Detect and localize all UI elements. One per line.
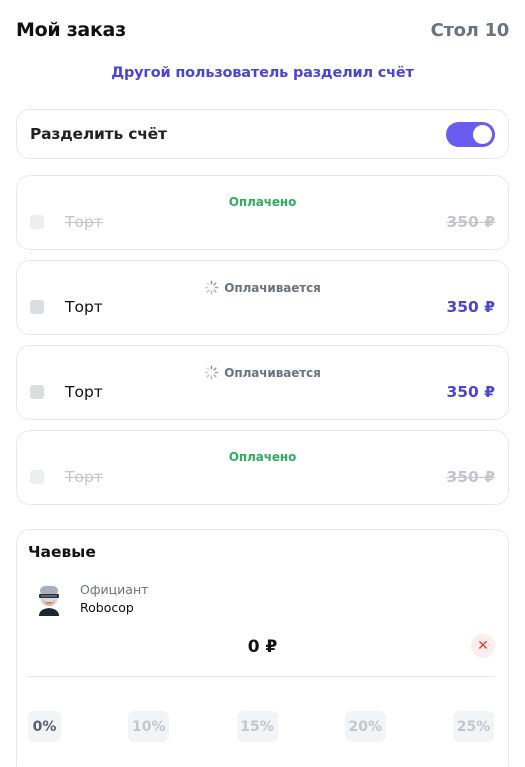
item-checkbox[interactable] xyxy=(30,385,44,399)
header: Мой заказ Стол 10 xyxy=(16,17,509,43)
tip-amount[interactable]: 0 ₽ xyxy=(17,637,508,657)
split-bill-toggle[interactable] xyxy=(446,121,495,147)
loading-spinner-icon xyxy=(204,280,219,295)
tip-option-10[interactable]: 10% xyxy=(128,711,170,742)
waiter-name: Robocop xyxy=(80,600,134,615)
item-price: 350 ₽ xyxy=(446,468,495,486)
item-status: Оплачивается xyxy=(17,365,508,380)
order-item: Оплачено Торт 350 ₽ xyxy=(16,430,509,505)
split-bill-row[interactable]: Разделить счёт xyxy=(16,109,509,159)
loading-spinner-icon xyxy=(204,365,219,380)
waiter-role: Официант xyxy=(80,582,149,597)
item-price: 350 ₽ xyxy=(446,298,495,316)
item-status: Оплачено xyxy=(228,195,297,209)
split-bill-label: Разделить счёт xyxy=(30,125,167,143)
tips-title: Чаевые xyxy=(28,543,96,561)
item-status: Оплачено xyxy=(228,450,297,464)
item-name: Торт xyxy=(65,298,103,316)
item-price: 350 ₽ xyxy=(446,213,495,231)
close-icon: ✕ xyxy=(477,638,489,654)
order-item[interactable]: Оплачивается Торт 350 ₽ xyxy=(16,345,509,420)
tip-option-15[interactable]: 15% xyxy=(236,711,278,742)
item-checkbox xyxy=(30,470,44,484)
table-number: Стол 10 xyxy=(430,19,510,41)
tip-option-25[interactable]: 25% xyxy=(453,711,494,742)
item-name: Торт xyxy=(65,468,103,486)
order-item: Оплачено Торт 350 ₽ xyxy=(16,175,509,250)
robocop-avatar-icon xyxy=(39,586,59,616)
item-name: Торт xyxy=(65,213,103,231)
tips-card: Чаевые Официант Robocop 0 ₽ ✕ 0% 10% 15%… xyxy=(16,529,509,767)
toggle-knob xyxy=(473,124,492,144)
page-title: Мой заказ xyxy=(16,19,126,41)
tip-options: 0% 10% 15% 20% 25% xyxy=(28,711,494,742)
item-price: 350 ₽ xyxy=(446,383,495,401)
order-item[interactable]: Оплачивается Торт 350 ₽ xyxy=(16,260,509,335)
clear-tip-button[interactable]: ✕ xyxy=(471,634,495,658)
tip-option-20[interactable]: 20% xyxy=(344,711,386,742)
item-status: Оплачивается xyxy=(17,280,508,295)
split-notice: Другой пользователь разделил счёт xyxy=(111,65,414,81)
tip-option-0[interactable]: 0% xyxy=(28,711,61,742)
item-checkbox[interactable] xyxy=(30,300,44,314)
item-checkbox xyxy=(30,215,44,229)
item-name: Торт xyxy=(65,383,103,401)
divider xyxy=(28,676,495,677)
